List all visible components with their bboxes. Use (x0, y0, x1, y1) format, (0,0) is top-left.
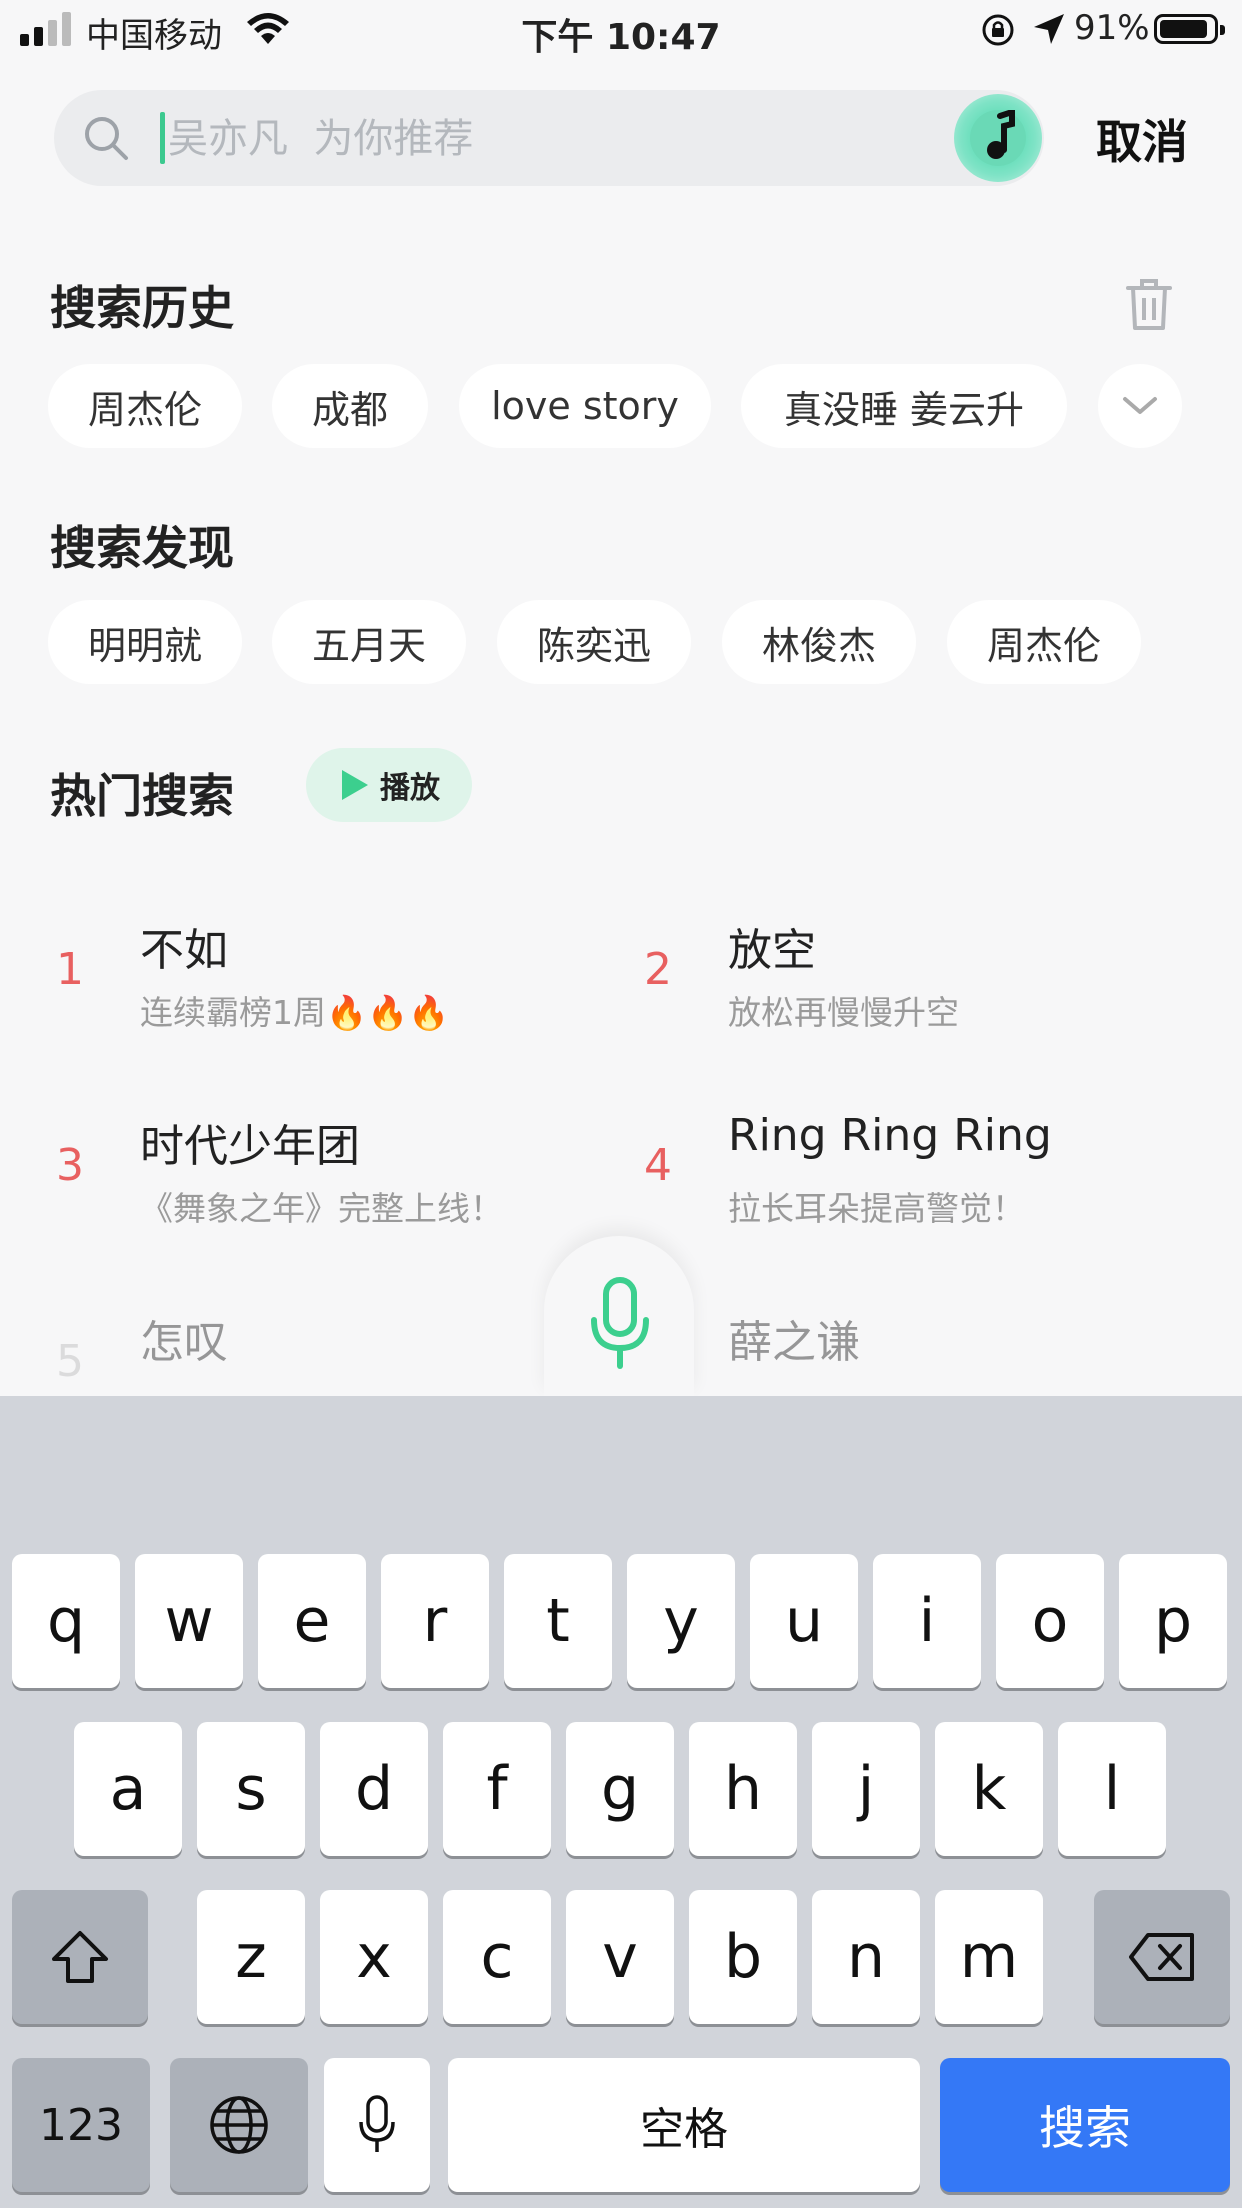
search-input[interactable] (166, 108, 930, 170)
battery-percent: 91% (1074, 8, 1150, 48)
microphone-icon (359, 2095, 395, 2152)
play-icon (342, 770, 368, 800)
shift-key[interactable] (12, 1890, 148, 2024)
search-bar[interactable] (54, 90, 1044, 186)
hot-rank: 2 (644, 944, 672, 995)
key-p[interactable]: p (1119, 1554, 1227, 1688)
key-m[interactable]: m (935, 1890, 1043, 2024)
discover-chip[interactable]: 林俊杰 (722, 600, 916, 684)
hot-sub: 拉长耳朵提高警觉！ (728, 1189, 1025, 1228)
hot-title: 热门搜索 (50, 769, 234, 823)
globe-icon (210, 2096, 268, 2154)
key-k[interactable]: k (935, 1722, 1043, 1856)
key-w[interactable]: w (135, 1554, 243, 1688)
key-i[interactable]: i (873, 1554, 981, 1688)
key-q[interactable]: q (12, 1554, 120, 1688)
hot-name: 怎叹 (140, 1317, 228, 1368)
chevron-down-icon (1123, 397, 1157, 414)
music-recognition-button[interactable] (954, 94, 1042, 182)
cancel-button[interactable]: 取消 (1096, 106, 1188, 172)
key-j[interactable]: j (812, 1722, 920, 1856)
key-r[interactable]: r (381, 1554, 489, 1688)
expand-history-button[interactable] (1098, 364, 1182, 448)
key-g[interactable]: g (566, 1722, 674, 1856)
keyboard: q w e r t y u i o p a s d f g h j k l z … (0, 1396, 1242, 2208)
hot-sub: 放松再慢慢升空 (728, 993, 959, 1032)
numbers-key[interactable]: 123 (12, 2058, 150, 2192)
hot-sub: 《舞象之年》完整上线！ (140, 1189, 503, 1228)
key-f[interactable]: f (443, 1722, 551, 1856)
hot-rank: 4 (644, 1140, 672, 1191)
space-key[interactable]: 空格 (448, 2058, 920, 2192)
key-d[interactable]: d (320, 1722, 428, 1856)
dictation-key[interactable] (324, 2058, 430, 2192)
hot-name: 放空 (728, 925, 816, 976)
text-cursor (160, 112, 165, 164)
battery-icon (1154, 14, 1225, 44)
backspace-icon (1129, 1933, 1194, 1981)
play-label: 播放 (380, 771, 440, 806)
discover-chip[interactable]: 五月天 (272, 600, 466, 684)
key-z[interactable]: z (197, 1890, 305, 2024)
key-o[interactable]: o (996, 1554, 1104, 1688)
key-e[interactable]: e (258, 1554, 366, 1688)
hot-rank: 3 (56, 1140, 84, 1191)
search-icon (85, 117, 128, 160)
location-arrow-icon (1034, 14, 1064, 44)
key-b[interactable]: b (689, 1890, 797, 2024)
discover-chip[interactable]: 明明就 (48, 600, 242, 684)
key-x[interactable]: x (320, 1890, 428, 2024)
key-n[interactable]: n (812, 1890, 920, 2024)
hot-name: 不如 (140, 925, 228, 976)
discover-title: 搜索发现 (50, 521, 234, 575)
history-chip[interactable]: love story (459, 364, 711, 448)
hot-sub: 连续霸榜1周🔥🔥🔥 (140, 993, 450, 1032)
backspace-key[interactable] (1094, 1890, 1230, 2024)
globe-key[interactable] (170, 2058, 308, 2192)
microphone-icon[interactable] (588, 1276, 652, 1372)
play-button[interactable]: 播放 (306, 748, 472, 822)
search-key[interactable]: 搜索 (940, 2058, 1230, 2192)
key-v[interactable]: v (566, 1890, 674, 2024)
hot-name: 时代少年团 (140, 1121, 360, 1172)
discover-chip[interactable]: 周杰伦 (947, 600, 1141, 684)
key-y[interactable]: y (627, 1554, 735, 1688)
orientation-lock-icon (982, 14, 1014, 46)
discover-chip[interactable]: 陈奕迅 (497, 600, 691, 684)
music-note-icon (987, 110, 1015, 159)
status-bar: 中国移动 下午 10:47 91% (0, 0, 1242, 62)
hot-rank: 5 (56, 1336, 84, 1387)
key-c[interactable]: c (443, 1890, 551, 2024)
key-l[interactable]: l (1058, 1722, 1166, 1856)
hot-name: 薛之谦 (728, 1317, 860, 1368)
key-s[interactable]: s (197, 1722, 305, 1856)
trash-icon[interactable] (1124, 276, 1174, 332)
key-t[interactable]: t (504, 1554, 612, 1688)
key-u[interactable]: u (750, 1554, 858, 1688)
history-chip[interactable]: 成都 (272, 364, 428, 448)
hot-name: Ring Ring Ring (728, 1110, 1052, 1161)
key-a[interactable]: a (74, 1722, 182, 1856)
hot-rank: 1 (56, 944, 84, 995)
shift-icon (52, 1931, 108, 1983)
key-h[interactable]: h (689, 1722, 797, 1856)
history-chip[interactable]: 真没睡 姜云升 (741, 364, 1067, 448)
history-chip[interactable]: 周杰伦 (48, 364, 242, 448)
history-title: 搜索历史 (50, 281, 234, 335)
